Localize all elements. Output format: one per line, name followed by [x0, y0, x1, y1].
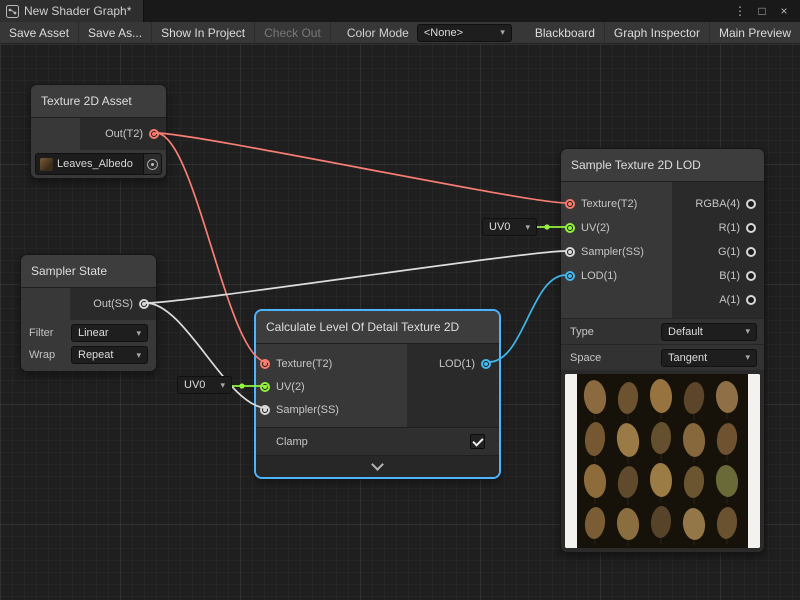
node-title[interactable]: Sample Texture 2D LOD — [561, 149, 764, 182]
sampler-output-port[interactable] — [139, 299, 149, 309]
sampler-input-label: Sampler(SS) — [581, 246, 644, 258]
r-output-label: R(1) — [719, 222, 740, 234]
texture-object-name: Leaves_Albedo — [57, 158, 143, 170]
rgba-output-label: RGBA(4) — [695, 198, 740, 210]
window-tab[interactable]: New Shader Graph* — [0, 0, 144, 22]
window-controls: ⋮ □ × — [730, 1, 800, 21]
node-sampler-state[interactable]: Sampler State Out(SS) Filter Linear Wrap… — [20, 254, 157, 372]
clamp-label: Clamp — [276, 436, 308, 448]
uv-input-label: UV(2) — [581, 222, 610, 234]
color-mode-label: Color Mode — [331, 26, 417, 40]
uv-input-label: UV(2) — [276, 381, 305, 393]
b-output-port[interactable] — [746, 271, 756, 281]
space-label: Space — [570, 352, 661, 364]
texture-output-port[interactable] — [149, 129, 159, 139]
sampler-input-port[interactable] — [260, 405, 270, 415]
texture-input-label: Texture(T2) — [581, 198, 637, 210]
wrap-label: Wrap — [29, 349, 71, 361]
maximize-icon[interactable]: □ — [752, 1, 772, 21]
chevron-down-icon — [371, 458, 384, 471]
object-picker-icon — [147, 159, 158, 170]
uv-channel-dropdown-calc[interactable]: UV0 — [177, 376, 232, 394]
node-title[interactable]: Calculate Level Of Detail Texture 2D — [256, 311, 499, 344]
node-texture-2d-asset[interactable]: Texture 2D Asset Out(T2) Leaves_Albedo — [30, 84, 167, 179]
window-menu-icon[interactable]: ⋮ — [730, 1, 750, 21]
toolbar: Save Asset Save As... Show In Project Ch… — [0, 22, 800, 44]
space-dropdown[interactable]: Tangent — [661, 349, 757, 367]
texture-input-port[interactable] — [565, 199, 575, 209]
g-output-port[interactable] — [746, 247, 756, 257]
save-as-button[interactable]: Save As... — [79, 22, 152, 44]
main-preview-button[interactable]: Main Preview — [710, 22, 800, 44]
lod-output-port[interactable] — [481, 359, 491, 369]
a-output-port[interactable] — [746, 295, 756, 305]
out-t2-label: Out(T2) — [105, 128, 143, 140]
filter-dropdown[interactable]: Linear — [71, 324, 148, 342]
r-output-port[interactable] — [746, 223, 756, 233]
color-mode-dropdown[interactable]: <None> — [417, 24, 512, 42]
texture-preview — [565, 374, 760, 548]
type-dropdown[interactable]: Default — [661, 323, 757, 341]
title-bar: New Shader Graph* ⋮ □ × — [0, 0, 800, 22]
wrap-dropdown[interactable]: Repeat — [71, 346, 148, 364]
texture-input-label: Texture(T2) — [276, 358, 332, 370]
b-output-label: B(1) — [719, 270, 740, 282]
node-title[interactable]: Sampler State — [21, 255, 156, 288]
blackboard-button[interactable]: Blackboard — [526, 22, 605, 44]
uv-input-port[interactable] — [565, 223, 575, 233]
uv-channel-dropdown-sample[interactable]: UV0 — [482, 218, 537, 236]
window-title: New Shader Graph* — [24, 4, 131, 18]
lod-input-label: LOD(1) — [581, 270, 617, 282]
clamp-checkbox[interactable] — [470, 434, 485, 449]
shader-graph-icon — [6, 5, 19, 18]
graph-inspector-button[interactable]: Graph Inspector — [605, 22, 710, 44]
out-ss-label: Out(SS) — [93, 298, 133, 310]
texture-object-field[interactable]: Leaves_Albedo — [35, 153, 162, 175]
g-output-label: G(1) — [718, 246, 740, 258]
rgba-output-port[interactable] — [746, 199, 756, 209]
show-in-project-button[interactable]: Show In Project — [152, 22, 255, 44]
object-picker-button[interactable] — [143, 153, 161, 175]
type-label: Type — [570, 326, 661, 338]
uv-input-port[interactable] — [260, 382, 270, 392]
node-calculate-lod-texture-2d[interactable]: Calculate Level Of Detail Texture 2D Tex… — [255, 310, 500, 478]
save-asset-button[interactable]: Save Asset — [0, 22, 79, 44]
close-icon[interactable]: × — [774, 1, 794, 21]
sampler-input-label: Sampler(SS) — [276, 404, 339, 416]
node-expander[interactable] — [256, 455, 499, 477]
texture-input-port[interactable] — [260, 359, 270, 369]
filter-label: Filter — [29, 327, 71, 339]
texture-thumbnail-icon — [40, 158, 53, 171]
lod-input-port[interactable] — [565, 271, 575, 281]
lod-output-label: LOD(1) — [439, 358, 475, 370]
sampler-input-port[interactable] — [565, 247, 575, 257]
check-out-button[interactable]: Check Out — [255, 22, 331, 44]
node-title[interactable]: Texture 2D Asset — [31, 85, 166, 118]
a-output-label: A(1) — [719, 294, 740, 306]
node-sample-texture-2d-lod[interactable]: Sample Texture 2D LOD Texture(T2) UV(2) … — [560, 148, 765, 553]
